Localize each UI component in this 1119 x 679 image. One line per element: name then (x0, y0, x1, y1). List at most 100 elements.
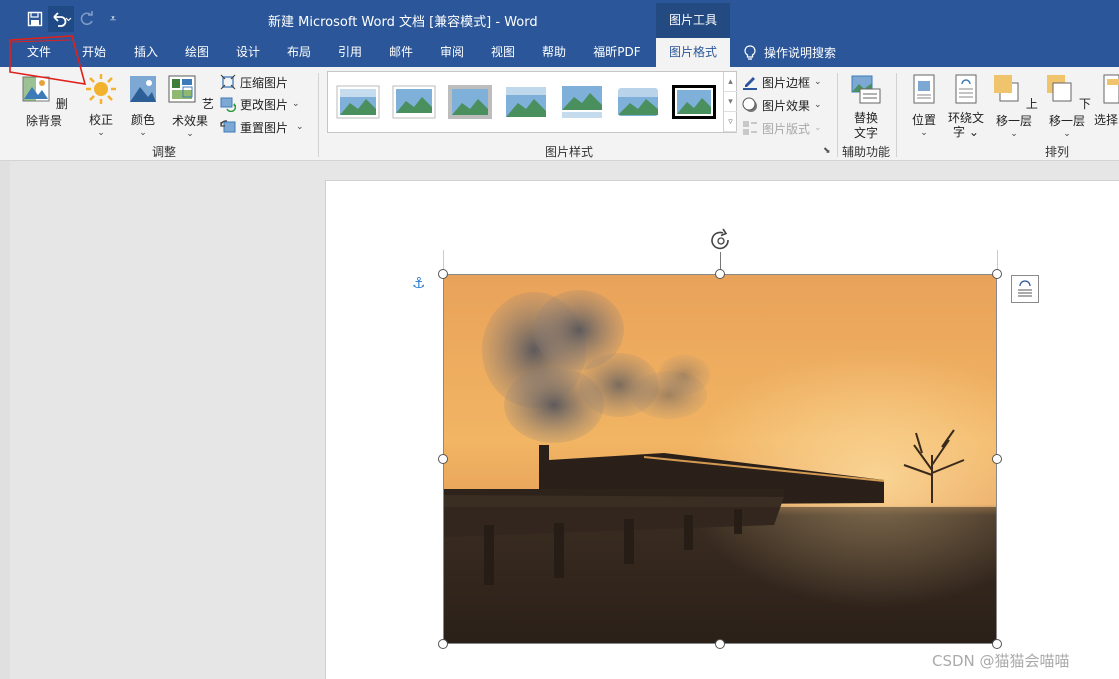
rotate-handle-icon[interactable] (708, 228, 734, 254)
resize-handle-top[interactable] (715, 269, 725, 279)
resize-handle-bottom[interactable] (715, 639, 725, 649)
layout-options-button[interactable] (1011, 275, 1039, 303)
picture-effects-label: 图片效果 (762, 98, 811, 113)
chevron-down-icon[interactable]: ▾ (724, 92, 737, 112)
chevron-up-icon[interactable]: ▴ (724, 72, 737, 92)
group-separator (837, 73, 838, 157)
tab-help[interactable]: 帮助 (529, 38, 579, 67)
tab-picture-format[interactable]: 图片格式 (656, 38, 730, 67)
picture-styles-group-label: 图片样式 (545, 145, 594, 159)
picture-style-thumb-3[interactable] (448, 85, 492, 119)
resize-handle-top-right[interactable] (992, 269, 1002, 279)
position-button[interactable]: 位置 ⌄ (906, 73, 942, 138)
tab-mailings[interactable]: 邮件 (376, 38, 426, 67)
adjust-group-label: 调整 (152, 145, 177, 159)
effects-icon (742, 97, 757, 112)
arrange-group-label: 排列 (1045, 145, 1070, 159)
chevron-down-icon: ⌄ (1063, 129, 1071, 139)
chevron-down-icon: ⌄ (920, 128, 928, 138)
resize-handle-left[interactable] (438, 454, 448, 464)
inserted-picture[interactable] (443, 274, 997, 644)
picture-style-thumb-5[interactable] (560, 85, 604, 119)
save-icon (27, 11, 43, 27)
reset-picture-icon (220, 120, 236, 133)
tab-layout[interactable]: 布局 (274, 38, 324, 67)
tab-draw[interactable]: 绘图 (172, 38, 222, 67)
picture-style-thumb-4[interactable] (504, 85, 548, 119)
picture-effects-button[interactable]: 图片效果 ⌄ (742, 95, 822, 115)
ribbon-tabs: 文件 开始 插入 绘图 设计 布局 引用 邮件 审阅 视图 帮助 福昕PDF 图… (0, 38, 1119, 67)
title-bar: ⩡ 新建 Microsoft Word 文档 [兼容模式] - Word 图片工… (0, 0, 1119, 38)
dialog-launcher-icon[interactable]: ⬊ (823, 146, 831, 156)
picture-style-thumb-1[interactable] (336, 85, 380, 119)
redo-button[interactable] (74, 6, 100, 32)
chevron-down-icon: ⌄ (97, 128, 105, 138)
tab-review[interactable]: 审阅 (427, 38, 477, 67)
quick-access-toolbar: ⩡ (22, 6, 126, 32)
reset-picture-label: 重置图片 (240, 120, 289, 135)
chevron-down-icon: ⌄ (814, 77, 822, 87)
color-button[interactable]: 颜色 ⌄ (126, 73, 160, 138)
bring-forward-button[interactable]: 上移一层 ⌄ (988, 73, 1040, 139)
selection-pane-label: 选择 (1094, 113, 1119, 127)
left-margin-strip (0, 161, 10, 679)
picture-layout-label: 图片版式 (762, 121, 811, 136)
pencil-icon (743, 77, 757, 90)
corrections-label: 校正 (88, 113, 113, 127)
artistic-effects-button[interactable]: 艺术效果 ⌄ (164, 73, 216, 139)
resize-handle-right[interactable] (992, 454, 1002, 464)
chevron-down-icon: ⌄ (814, 123, 822, 133)
group-separator (896, 73, 897, 157)
group-separator (318, 73, 319, 157)
bring-forward-icon (994, 75, 1019, 102)
alt-text-icon (851, 75, 881, 104)
lightbulb-icon (744, 44, 756, 60)
tab-design[interactable]: 设计 (224, 38, 272, 67)
compress-pictures-button[interactable]: 压缩图片 (220, 72, 288, 92)
tell-me-search[interactable]: 操作说明搜索 (744, 44, 836, 61)
wrap-text-label-2: 字 ⌄ (953, 125, 979, 139)
wrap-text-label-1: 环绕文 (947, 111, 984, 125)
undo-button[interactable] (48, 6, 74, 32)
alt-text-label-1: 替换 (853, 111, 878, 125)
picture-color-icon (130, 76, 156, 102)
picture-border-button[interactable]: 图片边框 ⌄ (742, 72, 822, 92)
change-picture-icon (220, 97, 236, 112)
chevron-down-icon: ⌄ (1010, 129, 1018, 139)
remove-background-button[interactable]: 删除背景 (17, 73, 71, 129)
picture-style-thumb-2[interactable] (392, 85, 436, 119)
wrap-text-button[interactable]: 环绕文 字 ⌄ (946, 73, 986, 139)
customize-qat-button[interactable]: ⩡ (100, 6, 126, 32)
train-photo (444, 275, 996, 643)
chevron-down-icon: ⌄ (296, 122, 304, 132)
picture-border-label: 图片边框 (762, 75, 811, 90)
position-label: 位置 (911, 113, 936, 127)
anchor-icon[interactable]: ⚓ (412, 274, 425, 292)
corrections-button[interactable]: 校正 ⌄ (83, 73, 119, 138)
remove-background-icon (22, 76, 50, 102)
change-picture-label: 更改图片 (240, 97, 289, 112)
selection-pane-button[interactable]: 选择 (1094, 73, 1119, 128)
tab-foxit-pdf[interactable]: 福昕PDF (584, 38, 650, 67)
picture-style-thumb-6[interactable] (616, 85, 660, 119)
tab-file[interactable]: 文件 (16, 38, 62, 67)
picture-style-thumb-7-selected[interactable] (672, 85, 716, 119)
gallery-scroll[interactable]: ▴ ▾ ▿ (723, 72, 737, 132)
reset-picture-button[interactable]: 重置图片 ⌄ (220, 117, 304, 137)
resize-handle-bottom-right[interactable] (992, 639, 1002, 649)
tab-home[interactable]: 开始 (70, 38, 118, 67)
resize-handle-bottom-left[interactable] (438, 639, 448, 649)
gallery-more-icon[interactable]: ▿ (724, 112, 737, 132)
tab-insert[interactable]: 插入 (122, 38, 170, 67)
send-backward-button[interactable]: 下移一层 ⌄ (1041, 73, 1093, 139)
save-button[interactable] (22, 6, 48, 32)
alt-text-button[interactable]: 替换 文字 (846, 73, 886, 141)
picture-layout-button[interactable]: 图片版式 ⌄ (742, 118, 822, 138)
tab-references[interactable]: 引用 (325, 38, 375, 67)
chevron-down-icon: ⌄ (186, 129, 194, 139)
position-icon (913, 74, 935, 104)
layout-options-icon (1018, 280, 1032, 297)
change-picture-button[interactable]: 更改图片 ⌄ (220, 94, 300, 114)
resize-handle-top-left[interactable] (438, 269, 448, 279)
tab-view[interactable]: 视图 (478, 38, 528, 67)
